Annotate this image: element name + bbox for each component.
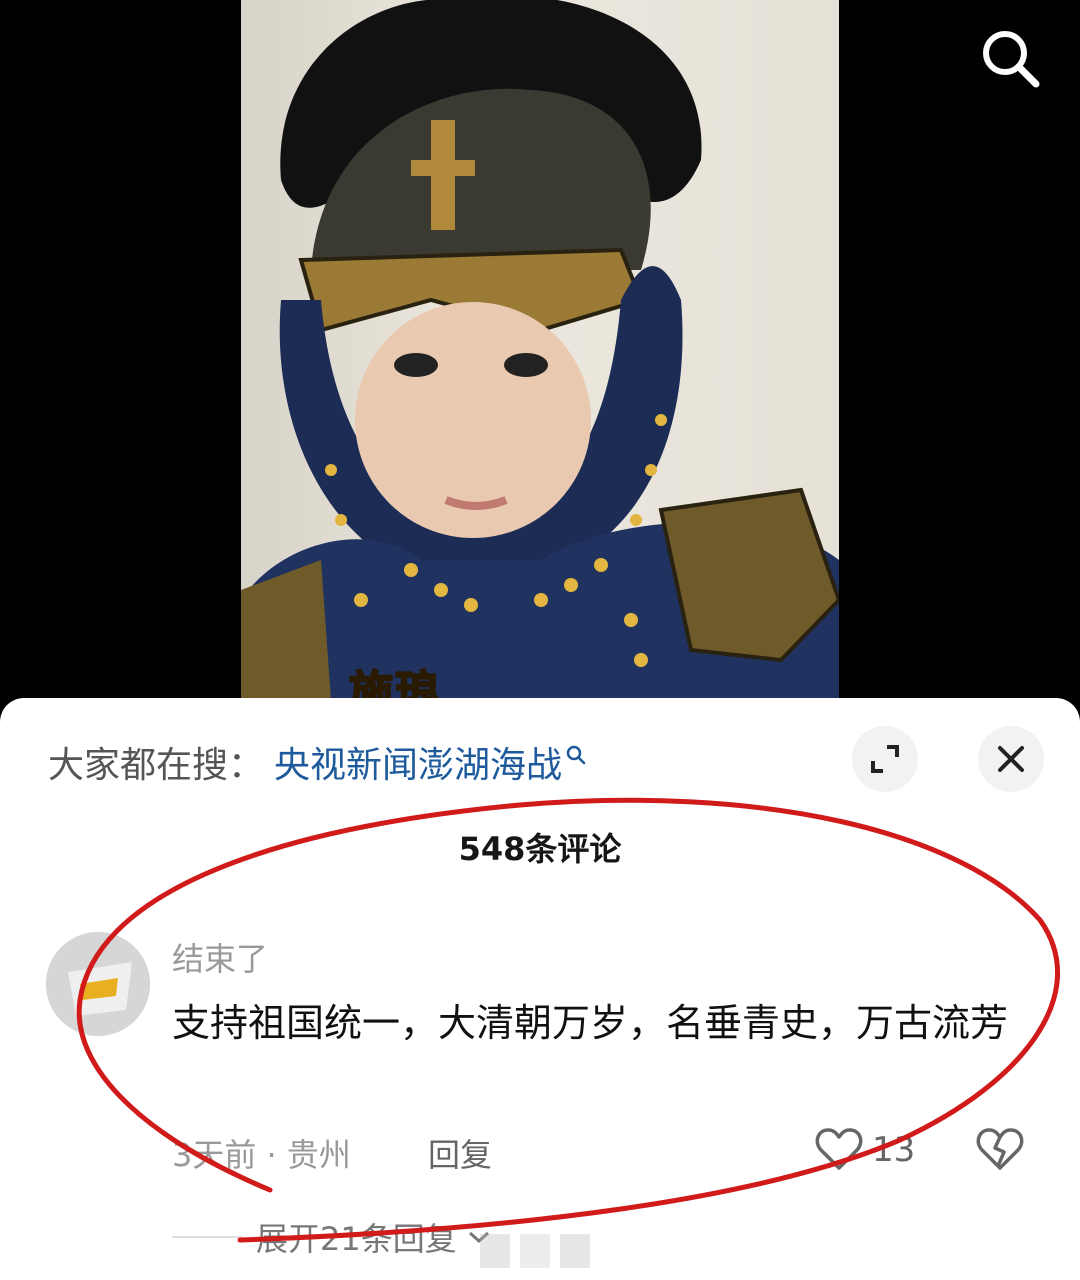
fullscreen-button[interactable]	[852, 726, 918, 792]
avatar[interactable]	[46, 932, 150, 1036]
suggestion-search-icon	[566, 745, 586, 765]
video-caption: 施琅	[348, 666, 441, 700]
like-count: 13	[872, 1130, 916, 1170]
search-button[interactable]	[978, 26, 1044, 92]
video-frame-illustration	[241, 0, 839, 700]
watermark	[480, 1234, 590, 1268]
expand-icon	[871, 745, 899, 773]
video-player[interactable]: 施琅	[241, 0, 839, 700]
comment-username[interactable]: 结束了	[172, 934, 268, 980]
heart-icon[interactable]	[815, 1126, 863, 1172]
broken-heart-icon[interactable]	[975, 1126, 1025, 1172]
comment-meta: 3天前 · 贵州	[172, 1136, 351, 1174]
comment-text: 支持祖国统一，大清朝万岁，名垂青史，万古流芳	[172, 1001, 1009, 1045]
suggestion-label: 大家都在搜：	[48, 745, 265, 786]
search-suggestion[interactable]: 大家都在搜： 央视新闻澎湖海战	[48, 736, 586, 788]
search-icon	[983, 31, 1040, 88]
reply-button[interactable]: 回复	[428, 1130, 492, 1176]
avatar-image	[46, 932, 150, 1036]
comment-count: 548条评论	[458, 830, 622, 868]
divider	[172, 1236, 242, 1238]
expand-replies-button[interactable]: 展开21条回复	[256, 1214, 491, 1260]
comment-sheet: 大家都在搜： 央视新闻澎湖海战 548条评论 结束了 支持祖国统一，大清朝万岁，…	[0, 698, 1080, 1280]
close-icon	[998, 746, 1024, 772]
close-button[interactable]	[978, 726, 1044, 792]
expand-replies-label: 展开21条回复	[256, 1220, 457, 1258]
suggestion-term[interactable]: 央视新闻澎湖海战	[274, 736, 562, 788]
